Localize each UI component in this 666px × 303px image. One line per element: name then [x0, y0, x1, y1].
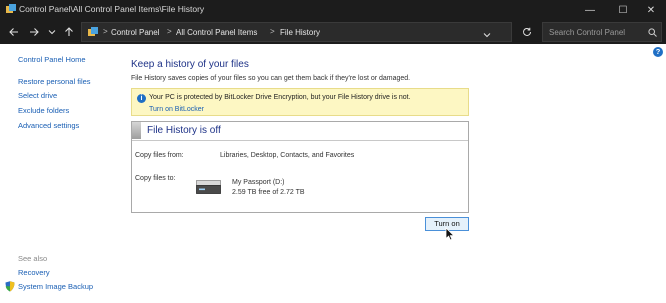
breadcrumb-separator: > [167, 27, 172, 36]
advanced-settings-link[interactable]: Advanced settings [18, 121, 79, 130]
forward-arrow-icon [30, 28, 39, 36]
file-history-status-header: File History is off [132, 122, 468, 141]
search-input[interactable] [543, 23, 649, 41]
maximize-button[interactable]: ☐ [608, 0, 638, 20]
help-button[interactable]: ? [653, 47, 663, 57]
turn-on-bitlocker-link[interactable]: Turn on BitLocker [149, 106, 204, 113]
see-also-label: See also [18, 254, 48, 263]
drive-free-space: 2.59 TB free of 2.72 TB [232, 189, 305, 196]
address-bar[interactable]: > Control Panel > All Control Panel Item… [81, 22, 512, 42]
page-heading: Keep a history of your files [131, 59, 249, 70]
recovery-link[interactable]: Recovery [18, 268, 50, 277]
file-history-status: File History is off [147, 125, 221, 136]
hard-drive-icon [196, 180, 221, 194]
control-panel-icon [88, 27, 98, 36]
up-arrow-icon [65, 27, 73, 36]
drive-name: My Passport (D:) [232, 179, 285, 186]
copy-to-label: Copy files to: [135, 175, 176, 182]
breadcrumb-separator: > [103, 27, 108, 36]
chevron-down-icon [48, 30, 56, 35]
up-button[interactable] [61, 24, 77, 40]
refresh-icon [523, 27, 531, 36]
mouse-cursor-icon [445, 227, 455, 241]
forward-button[interactable] [26, 24, 42, 40]
window-title: Control Panel\All Control Panel Items\Fi… [19, 4, 205, 14]
refresh-button[interactable] [519, 24, 535, 40]
restore-personal-files-link[interactable]: Restore personal files [18, 77, 91, 86]
bitlocker-info-bar: i Your PC is protected by BitLocker Driv… [131, 88, 469, 116]
copy-from-label: Copy files from: [135, 152, 184, 159]
search-box[interactable] [542, 22, 662, 42]
chevron-down-icon [483, 33, 491, 38]
copy-from-value: Libraries, Desktop, Contacts, and Favori… [220, 152, 355, 159]
back-arrow-icon [9, 28, 18, 36]
title-bar: Control Panel\All Control Panel Items\Fi… [0, 0, 666, 20]
control-panel-icon [6, 4, 16, 13]
breadcrumb-file-history[interactable]: File History [280, 28, 320, 37]
system-image-backup-link[interactable]: System Image Backup [18, 282, 93, 291]
navigation-bar: > Control Panel > All Control Panel Item… [0, 20, 666, 44]
breadcrumb-separator: > [270, 27, 275, 36]
search-icon [648, 28, 657, 37]
breadcrumb-control-panel[interactable]: Control Panel [111, 28, 159, 37]
exclude-folders-link[interactable]: Exclude folders [18, 106, 69, 115]
close-button[interactable]: ✕ [636, 0, 666, 20]
address-history-button[interactable] [483, 26, 493, 38]
info-icon: i [137, 94, 146, 103]
bitlocker-info-text: Your PC is protected by BitLocker Drive … [149, 94, 411, 101]
status-indicator-bar [132, 122, 141, 139]
recent-locations-button[interactable] [44, 24, 60, 40]
select-drive-link[interactable]: Select drive [18, 91, 57, 100]
control-panel-home-link[interactable]: Control Panel Home [18, 55, 86, 64]
back-button[interactable] [6, 24, 22, 40]
file-history-panel: File History is off Copy files from: Lib… [131, 121, 469, 213]
breadcrumb-all-items[interactable]: All Control Panel Items [176, 28, 257, 37]
page-description: File History saves copies of your files … [131, 75, 411, 82]
minimize-button[interactable]: — [575, 0, 605, 20]
shield-icon [5, 281, 15, 292]
